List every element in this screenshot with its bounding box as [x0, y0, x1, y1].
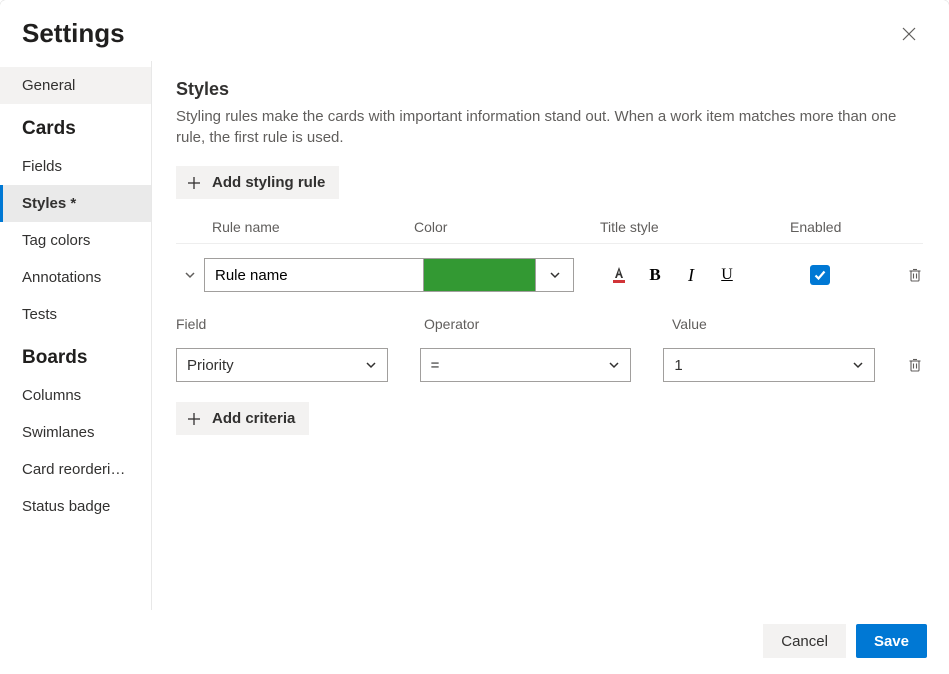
chevron-down-icon — [365, 359, 377, 371]
sidebar-item-annotations[interactable]: Annotations — [0, 259, 151, 296]
title-style-italic-button[interactable]: I — [680, 264, 702, 286]
check-icon — [813, 268, 827, 282]
plus-icon — [186, 175, 202, 191]
criteria-row: Priority = 1 — [176, 348, 923, 382]
sidebar-item-general[interactable]: General — [0, 67, 151, 104]
title-style-bold-button[interactable]: B — [644, 264, 666, 286]
col-header-title-style: Title style — [600, 219, 790, 235]
content-title: Styles — [176, 79, 923, 100]
color-select[interactable] — [424, 258, 574, 292]
rule-delete-button[interactable] — [907, 267, 923, 283]
close-button[interactable] — [895, 20, 923, 48]
criteria-operator-value: = — [431, 357, 440, 374]
rule-name-input[interactable] — [204, 258, 424, 292]
chevron-down-icon — [608, 359, 620, 371]
dialog-body: General Cards Fields Styles * Tag colors… — [0, 61, 949, 610]
rule-row: B I U — [176, 258, 923, 292]
rule-column-headers: Rule name Color Title style Enabled — [176, 219, 923, 243]
sidebar-group-cards: Cards — [0, 104, 151, 148]
dialog-header: Settings — [0, 0, 949, 61]
plus-icon — [186, 411, 202, 427]
rule-section: B I U — [176, 243, 923, 435]
chevron-down-icon — [549, 269, 561, 281]
criteria-value-select[interactable]: 1 — [663, 348, 875, 382]
add-styling-rule-button[interactable]: Add styling rule — [176, 166, 339, 199]
title-style-group: B I U — [608, 264, 738, 286]
chevron-down-icon — [184, 269, 196, 281]
criteria-header-field: Field — [176, 316, 424, 332]
criteria-headers: Field Operator Value — [176, 316, 923, 332]
font-color-icon — [609, 265, 629, 285]
criteria-value-text: 1 — [674, 357, 682, 374]
criteria-operator-select[interactable]: = — [420, 348, 632, 382]
enabled-column — [810, 265, 923, 285]
criteria-header-value: Value — [672, 316, 923, 332]
dialog-footer: Cancel Save — [0, 610, 949, 674]
sidebar-item-swimlanes[interactable]: Swimlanes — [0, 414, 151, 451]
trash-icon — [907, 357, 923, 373]
close-icon — [901, 26, 917, 42]
sidebar-item-tests[interactable]: Tests — [0, 296, 151, 333]
dialog-title: Settings — [22, 18, 125, 49]
sidebar-item-columns[interactable]: Columns — [0, 377, 151, 414]
add-criteria-button[interactable]: Add criteria — [176, 402, 309, 435]
save-button[interactable]: Save — [856, 624, 927, 658]
main-content: Styles Styling rules make the cards with… — [152, 61, 949, 610]
sidebar-group-boards: Boards — [0, 333, 151, 377]
add-styling-rule-label: Add styling rule — [212, 174, 325, 191]
rule-enabled-checkbox[interactable] — [810, 265, 830, 285]
rule-expand-toggle[interactable] — [176, 269, 204, 281]
sidebar-item-card-reordering[interactable]: Card reorderi… — [0, 451, 151, 488]
col-header-enabled: Enabled — [790, 219, 923, 235]
col-header-color: Color — [414, 219, 600, 235]
cancel-button[interactable]: Cancel — [763, 624, 846, 658]
trash-icon — [907, 267, 923, 283]
sidebar: General Cards Fields Styles * Tag colors… — [0, 61, 152, 610]
title-style-underline-button[interactable]: U — [716, 264, 738, 286]
criteria-header-operator: Operator — [424, 316, 672, 332]
sidebar-item-fields[interactable]: Fields — [0, 148, 151, 185]
criteria-field-value: Priority — [187, 357, 234, 374]
color-dropdown-caret[interactable] — [535, 259, 573, 291]
color-swatch — [424, 259, 535, 291]
sidebar-item-styles[interactable]: Styles * — [0, 185, 151, 222]
add-criteria-label: Add criteria — [212, 410, 295, 427]
sidebar-item-status-badge[interactable]: Status badge — [0, 488, 151, 525]
content-description: Styling rules make the cards with import… — [176, 106, 923, 148]
sidebar-item-tag-colors[interactable]: Tag colors — [0, 222, 151, 259]
criteria-field-select[interactable]: Priority — [176, 348, 388, 382]
col-header-rule-name: Rule name — [176, 219, 414, 235]
criteria-delete-button[interactable] — [907, 357, 923, 373]
settings-dialog: Settings General Cards Fields Styles * T… — [0, 0, 949, 674]
chevron-down-icon — [852, 359, 864, 371]
title-style-font-color-button[interactable] — [608, 264, 630, 286]
